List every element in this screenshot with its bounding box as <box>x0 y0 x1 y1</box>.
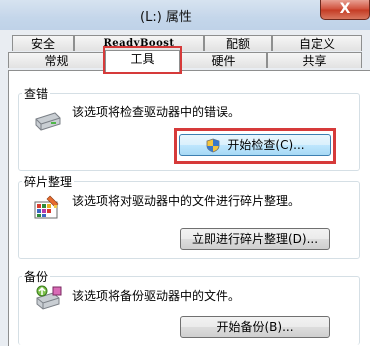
tab-label: 共享 <box>302 54 327 68</box>
defrag-title: 碎片整理 <box>22 173 75 190</box>
tab-security[interactable]: 安全 <box>12 35 74 51</box>
defrag-now-button[interactable]: 立即进行碎片整理(D)... <box>180 228 330 250</box>
tab-label: 配额 <box>225 37 250 51</box>
tab-highlight-box <box>103 46 182 74</box>
error-check-title: 查错 <box>22 85 51 102</box>
close-icon: X <box>339 1 351 17</box>
tab-label: 自定义 <box>298 37 335 51</box>
backup-description: 该选项将备份驱动器中的文件。 <box>72 289 241 303</box>
start-backup-button[interactable]: 开始备份(B)... <box>180 316 330 338</box>
title-bar: (L:) 属性 X <box>0 0 370 30</box>
close-button[interactable]: X <box>320 0 370 20</box>
tab-label: 常规 <box>44 54 69 68</box>
tab-label: 安全 <box>30 37 55 51</box>
tab-hardware[interactable]: 硬件 <box>180 52 267 68</box>
tab-sharing[interactable]: 共享 <box>267 52 362 68</box>
button-highlight-box <box>174 128 336 164</box>
start-backup-label: 开始备份(B)... <box>216 320 294 334</box>
backup-title: 备份 <box>22 268 51 285</box>
tab-general[interactable]: 常规 <box>8 52 105 68</box>
error-check-description: 该选项将检查驱动器中的错误。 <box>72 105 241 119</box>
drive-icon <box>35 112 61 131</box>
tab-label: 硬件 <box>211 54 236 68</box>
window-title: (L:) 属性 <box>140 10 192 25</box>
defrag-icon <box>34 195 59 219</box>
backup-icon <box>36 285 62 310</box>
tab-quota[interactable]: 配额 <box>204 35 272 51</box>
defrag-now-label: 立即进行碎片整理(D)... <box>191 232 319 246</box>
defrag-description: 该选项将对驱动器中的文件进行碎片整理。 <box>72 194 301 208</box>
tab-customize[interactable]: 自定义 <box>272 35 362 51</box>
